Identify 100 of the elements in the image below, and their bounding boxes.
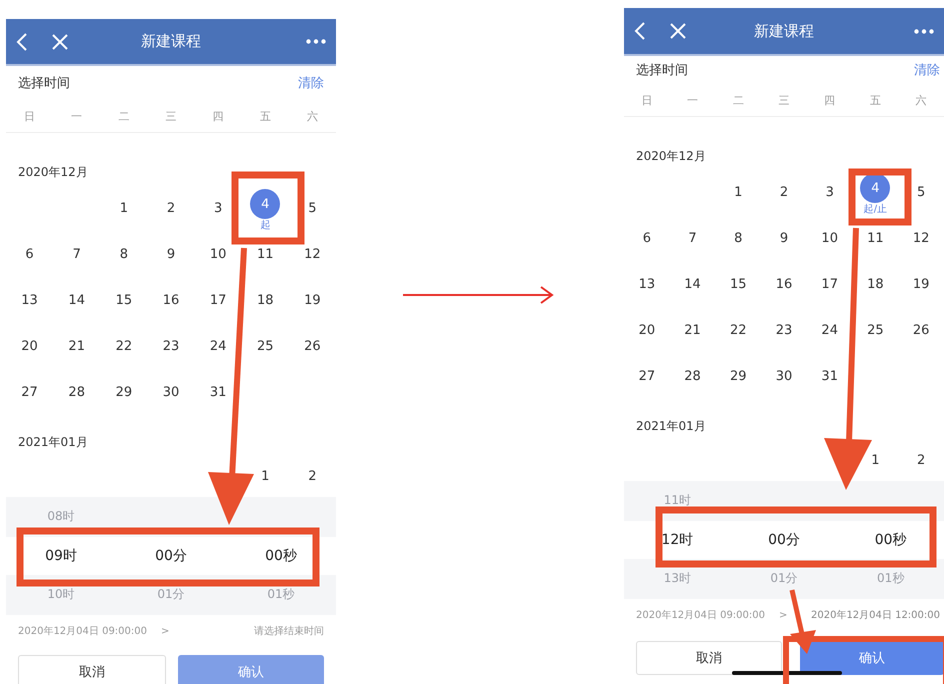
highlight-frame (848, 168, 912, 226)
calendar-day[interactable]: 23 (156, 331, 186, 361)
weekday-label: 五 (870, 92, 881, 108)
calendar-day[interactable]: 1 (723, 177, 754, 207)
picker-value[interactable]: 00秒 (874, 520, 907, 559)
close-icon[interactable] (670, 23, 686, 39)
weekday-label: 二 (732, 92, 744, 108)
weekday-label: 二 (118, 108, 130, 124)
calendar-day[interactable]: 31 (814, 361, 845, 391)
weekday-label: 五 (260, 108, 271, 124)
calendar-day[interactable]: 31 (203, 377, 234, 407)
calendar-day[interactable]: 15 (723, 269, 754, 299)
calendar-day[interactable]: 11 (860, 223, 890, 253)
calendar-day[interactable]: 27 (14, 377, 45, 407)
calendar-day[interactable]: 30 (156, 377, 186, 407)
calendar-day[interactable]: 7 (678, 223, 708, 253)
more-icon[interactable] (914, 28, 934, 34)
picker-value[interactable]: 00分 (768, 520, 800, 559)
calendar-day[interactable]: 12 (297, 239, 328, 269)
calendar-day[interactable]: 1 (250, 461, 280, 491)
confirm-button[interactable]: 确认 (800, 641, 944, 675)
calendar-day[interactable]: 2 (768, 177, 799, 207)
calendar-day[interactable]: 26 (906, 315, 936, 345)
back-icon[interactable] (634, 22, 646, 40)
cancel-button[interactable]: 取消 (636, 641, 782, 675)
calendar-day[interactable]: 2 (156, 193, 186, 223)
section-title: 选择时间 (636, 62, 688, 79)
calendar-day[interactable]: 10 (203, 239, 234, 269)
calendar-day[interactable]: 3 (203, 193, 234, 223)
calendar-day[interactable]: 10 (814, 223, 845, 253)
picker-value[interactable]: 00秒 (265, 536, 297, 575)
separator-text: > (779, 610, 788, 620)
calendar-day[interactable]: 4 (860, 173, 890, 203)
calendar-day[interactable]: 5 (906, 177, 936, 207)
day-tag: 起/止 (864, 202, 888, 216)
calendar-day[interactable]: 26 (297, 331, 328, 361)
calendar-day[interactable]: 25 (250, 331, 280, 361)
calendar-day[interactable]: 29 (723, 361, 754, 391)
calendar-day[interactable]: 25 (860, 315, 890, 345)
calendar-day[interactable]: 2 (297, 461, 328, 491)
calendar-day[interactable]: 21 (678, 315, 708, 345)
calendar-day[interactable]: 7 (62, 239, 92, 269)
calendar-day[interactable]: 28 (62, 377, 92, 407)
calendar-day[interactable]: 28 (678, 361, 708, 391)
cancel-button[interactable]: 取消 (18, 655, 166, 684)
calendar-day[interactable]: 6 (632, 223, 662, 253)
calendar-day[interactable]: 16 (156, 285, 186, 315)
calendar-day[interactable]: 22 (723, 315, 754, 345)
calendar-day[interactable]: 12 (906, 223, 936, 253)
clear-link[interactable]: 清除 (914, 61, 940, 79)
weekday-label: 三 (165, 108, 176, 124)
separator-text: > (161, 626, 170, 636)
calendar-day[interactable]: 24 (203, 331, 234, 361)
calendar-day[interactable]: 9 (156, 239, 186, 269)
calendar-day[interactable]: 3 (814, 177, 845, 207)
picker-value[interactable]: 12时 (661, 520, 694, 559)
calendar-day[interactable]: 1 (108, 193, 139, 223)
calendar-day[interactable]: 4 (250, 189, 280, 219)
window-title: 新建课程 (141, 32, 201, 51)
calendar-day[interactable]: 15 (108, 285, 139, 315)
section-title: 选择时间 (18, 75, 70, 92)
calendar-day[interactable]: 30 (768, 361, 799, 391)
more-icon[interactable] (306, 39, 326, 44)
calendar-day[interactable]: 17 (203, 285, 234, 315)
calendar-day[interactable]: 20 (14, 331, 45, 361)
calendar-day[interactable]: 19 (297, 285, 328, 315)
calendar-day[interactable]: 20 (632, 315, 662, 345)
back-icon[interactable] (16, 32, 28, 50)
picker-value[interactable]: 09时 (45, 536, 77, 575)
calendar-day[interactable]: 1 (860, 445, 890, 475)
calendar-day[interactable]: 17 (814, 269, 845, 299)
calendar-day[interactable]: 9 (768, 223, 799, 253)
month-label: 2020年12月 (635, 149, 706, 163)
calendar-day[interactable]: 11 (250, 239, 280, 269)
calendar-day[interactable]: 22 (108, 331, 139, 361)
calendar-day[interactable]: 29 (108, 377, 139, 407)
calendar-day[interactable]: 8 (723, 223, 754, 253)
calendar-day[interactable]: 2 (906, 445, 936, 475)
calendar-day[interactable]: 14 (62, 285, 92, 315)
calendar-day[interactable]: 8 (108, 239, 139, 269)
calendar-day[interactable]: 13 (14, 285, 45, 315)
calendar-day[interactable]: 27 (632, 361, 662, 391)
calendar-day[interactable]: 13 (632, 269, 662, 299)
calendar-day[interactable]: 14 (678, 269, 708, 299)
calendar-day[interactable]: 21 (62, 331, 92, 361)
weekday-label: 六 (916, 92, 927, 108)
weekday-label: 一 (71, 108, 82, 124)
picker-value[interactable]: 00分 (155, 536, 187, 575)
calendar-day[interactable]: 18 (860, 269, 890, 299)
calendar-day[interactable]: 24 (814, 315, 845, 345)
calendar-day[interactable]: 5 (297, 193, 328, 223)
calendar-day[interactable]: 19 (906, 269, 936, 299)
month-label: 2021年01月 (635, 419, 706, 433)
clear-link[interactable]: 清除 (298, 74, 324, 92)
calendar-day[interactable]: 23 (768, 315, 799, 345)
weekday-label: 日 (24, 108, 36, 124)
calendar-day[interactable]: 16 (768, 269, 799, 299)
close-icon[interactable] (52, 34, 68, 50)
calendar-day[interactable]: 18 (250, 285, 280, 315)
calendar-day[interactable]: 6 (14, 239, 45, 269)
